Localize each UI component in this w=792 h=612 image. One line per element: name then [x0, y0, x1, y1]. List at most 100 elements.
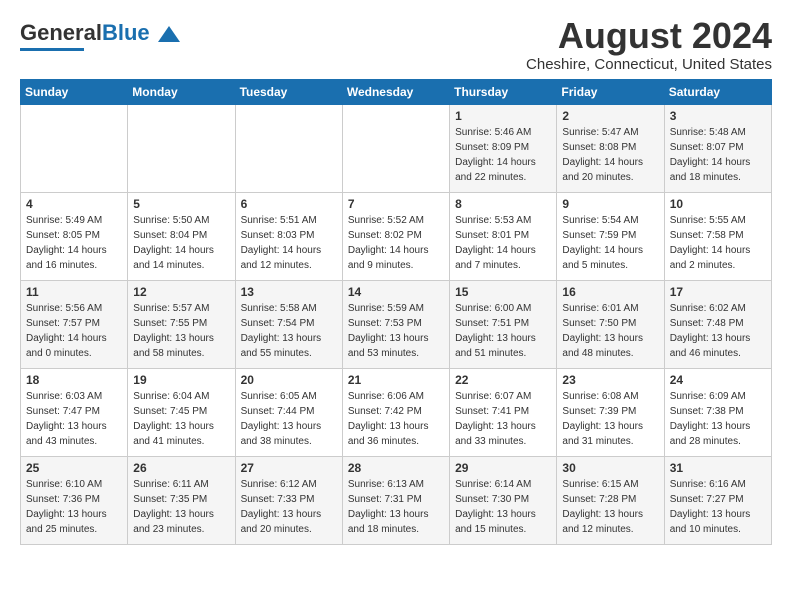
- logo-general: General: [20, 20, 102, 45]
- day-number: 17: [670, 285, 766, 299]
- day-cell: 1 Sunrise: 5:46 AM Sunset: 8:09 PM Daylig…: [450, 104, 557, 192]
- week-row-1: 1 Sunrise: 5:46 AM Sunset: 8:09 PM Daylig…: [21, 104, 772, 192]
- day-info: Sunrise: 6:11 AM Sunset: 7:35 PM Dayligh…: [133, 477, 229, 537]
- day-number: 11: [26, 285, 122, 299]
- day-number: 14: [348, 285, 444, 299]
- day-info: Sunrise: 6:16 AM Sunset: 7:27 PM Dayligh…: [670, 477, 766, 537]
- day-info: Sunrise: 5:57 AM Sunset: 7:55 PM Dayligh…: [133, 301, 229, 361]
- day-cell: 23Sunrise: 6:08 AM Sunset: 7:39 PM Dayli…: [557, 368, 664, 456]
- day-cell: 28Sunrise: 6:13 AM Sunset: 7:31 PM Dayli…: [342, 456, 449, 544]
- day-number: 19: [133, 373, 229, 387]
- day-cell: 6 Sunrise: 5:51 AM Sunset: 8:03 PM Daylig…: [235, 192, 342, 280]
- header-cell-thursday: Thursday: [450, 79, 557, 104]
- day-cell: 10 Sunrise: 5:55 AM Sunset: 7:58 PM Dayli…: [664, 192, 771, 280]
- day-cell: [128, 104, 235, 192]
- day-info: Sunrise: 6:03 AM Sunset: 7:47 PM Dayligh…: [26, 389, 122, 449]
- location: Cheshire, Connecticut, United States: [526, 56, 772, 73]
- day-number: 25: [26, 461, 122, 475]
- day-number: 18: [26, 373, 122, 387]
- day-info: Sunrise: 6:05 AM Sunset: 7:44 PM Dayligh…: [241, 389, 337, 449]
- header-cell-monday: Monday: [128, 79, 235, 104]
- day-cell: 30 Sunrise: 6:15 AM Sunset: 7:28 PM Dayli…: [557, 456, 664, 544]
- day-info: Sunrise: 6:01 AM Sunset: 7:50 PM Dayligh…: [562, 301, 658, 361]
- day-cell: 20 Sunrise: 6:05 AM Sunset: 7:44 PM Dayli…: [235, 368, 342, 456]
- day-number: 27: [241, 461, 337, 475]
- day-cell: 14Sunrise: 5:59 AM Sunset: 7:53 PM Dayli…: [342, 280, 449, 368]
- day-info: Sunrise: 5:47 AM Sunset: 8:08 PM Dayligh…: [562, 125, 658, 185]
- day-cell: 8 Sunrise: 5:53 AM Sunset: 8:01 PM Daylig…: [450, 192, 557, 280]
- day-cell: 31 Sunrise: 6:16 AM Sunset: 7:27 PM Dayli…: [664, 456, 771, 544]
- day-info: Sunrise: 5:54 AM Sunset: 7:59 PM Dayligh…: [562, 213, 658, 273]
- month-title: August 2024: [526, 16, 772, 56]
- day-info: Sunrise: 6:14 AM Sunset: 7:30 PM Dayligh…: [455, 477, 551, 537]
- day-number: 23: [562, 373, 658, 387]
- day-number: 21: [348, 373, 444, 387]
- day-info: Sunrise: 5:56 AM Sunset: 7:57 PM Dayligh…: [26, 301, 122, 361]
- day-number: 2: [562, 109, 658, 123]
- week-row-3: 11 Sunrise: 5:56 AM Sunset: 7:57 PM Dayli…: [21, 280, 772, 368]
- week-row-2: 4 Sunrise: 5:49 AM Sunset: 8:05 PM Daylig…: [21, 192, 772, 280]
- day-info: Sunrise: 6:15 AM Sunset: 7:28 PM Dayligh…: [562, 477, 658, 537]
- logo-blue: Blue: [102, 20, 150, 45]
- header-cell-saturday: Saturday: [664, 79, 771, 104]
- day-info: Sunrise: 5:58 AM Sunset: 7:54 PM Dayligh…: [241, 301, 337, 361]
- day-cell: 17Sunrise: 6:02 AM Sunset: 7:48 PM Dayli…: [664, 280, 771, 368]
- day-number: 4: [26, 197, 122, 211]
- header-cell-wednesday: Wednesday: [342, 79, 449, 104]
- day-info: Sunrise: 6:07 AM Sunset: 7:41 PM Dayligh…: [455, 389, 551, 449]
- header-cell-tuesday: Tuesday: [235, 79, 342, 104]
- day-cell: 29 Sunrise: 6:14 AM Sunset: 7:30 PM Dayli…: [450, 456, 557, 544]
- day-cell: 5Sunrise: 5:50 AM Sunset: 8:04 PM Daylig…: [128, 192, 235, 280]
- day-cell: 4 Sunrise: 5:49 AM Sunset: 8:05 PM Daylig…: [21, 192, 128, 280]
- day-number: 6: [241, 197, 337, 211]
- calendar-table: SundayMondayTuesdayWednesdayThursdayFrid…: [20, 79, 772, 545]
- day-number: 3: [670, 109, 766, 123]
- day-number: 9: [562, 197, 658, 211]
- day-number: 1: [455, 109, 551, 123]
- day-cell: 27 Sunrise: 6:12 AM Sunset: 7:33 PM Dayli…: [235, 456, 342, 544]
- logo-icon: [158, 26, 180, 42]
- day-info: Sunrise: 5:51 AM Sunset: 8:03 PM Dayligh…: [241, 213, 337, 273]
- day-info: Sunrise: 6:12 AM Sunset: 7:33 PM Dayligh…: [241, 477, 337, 537]
- day-info: Sunrise: 6:13 AM Sunset: 7:31 PM Dayligh…: [348, 477, 444, 537]
- logo-underline: [20, 48, 84, 51]
- day-info: Sunrise: 5:52 AM Sunset: 8:02 PM Dayligh…: [348, 213, 444, 273]
- header-cell-sunday: Sunday: [21, 79, 128, 104]
- week-row-4: 18 Sunrise: 6:03 AM Sunset: 7:47 PM Dayli…: [21, 368, 772, 456]
- logo: GeneralBlue: [20, 20, 180, 51]
- day-number: 30: [562, 461, 658, 475]
- day-info: Sunrise: 6:09 AM Sunset: 7:38 PM Dayligh…: [670, 389, 766, 449]
- day-number: 26: [133, 461, 229, 475]
- day-number: 15: [455, 285, 551, 299]
- page-header: GeneralBlue August 2024 Cheshire, Connec…: [20, 16, 772, 73]
- day-cell: [235, 104, 342, 192]
- day-number: 29: [455, 461, 551, 475]
- header-row: SundayMondayTuesdayWednesdayThursdayFrid…: [21, 79, 772, 104]
- day-info: Sunrise: 5:55 AM Sunset: 7:58 PM Dayligh…: [670, 213, 766, 273]
- day-cell: 7Sunrise: 5:52 AM Sunset: 8:02 PM Daylig…: [342, 192, 449, 280]
- day-info: Sunrise: 5:48 AM Sunset: 8:07 PM Dayligh…: [670, 125, 766, 185]
- day-number: 12: [133, 285, 229, 299]
- day-cell: 12 Sunrise: 5:57 AM Sunset: 7:55 PM Dayli…: [128, 280, 235, 368]
- day-cell: 2 Sunrise: 5:47 AM Sunset: 8:08 PM Daylig…: [557, 104, 664, 192]
- day-cell: 13Sunrise: 5:58 AM Sunset: 7:54 PM Dayli…: [235, 280, 342, 368]
- day-cell: [21, 104, 128, 192]
- day-number: 31: [670, 461, 766, 475]
- day-cell: 15 Sunrise: 6:00 AM Sunset: 7:51 PM Dayli…: [450, 280, 557, 368]
- day-cell: 26 Sunrise: 6:11 AM Sunset: 7:35 PM Dayli…: [128, 456, 235, 544]
- day-info: Sunrise: 5:53 AM Sunset: 8:01 PM Dayligh…: [455, 213, 551, 273]
- day-number: 10: [670, 197, 766, 211]
- day-cell: 18 Sunrise: 6:03 AM Sunset: 7:47 PM Dayli…: [21, 368, 128, 456]
- day-number: 8: [455, 197, 551, 211]
- day-info: Sunrise: 6:06 AM Sunset: 7:42 PM Dayligh…: [348, 389, 444, 449]
- day-cell: 19 Sunrise: 6:04 AM Sunset: 7:45 PM Dayli…: [128, 368, 235, 456]
- day-cell: 11 Sunrise: 5:56 AM Sunset: 7:57 PM Dayli…: [21, 280, 128, 368]
- day-number: 20: [241, 373, 337, 387]
- day-cell: [342, 104, 449, 192]
- day-info: Sunrise: 5:49 AM Sunset: 8:05 PM Dayligh…: [26, 213, 122, 273]
- day-info: Sunrise: 5:46 AM Sunset: 8:09 PM Dayligh…: [455, 125, 551, 185]
- day-cell: 3 Sunrise: 5:48 AM Sunset: 8:07 PM Daylig…: [664, 104, 771, 192]
- day-info: Sunrise: 6:00 AM Sunset: 7:51 PM Dayligh…: [455, 301, 551, 361]
- day-number: 5: [133, 197, 229, 211]
- day-info: Sunrise: 6:04 AM Sunset: 7:45 PM Dayligh…: [133, 389, 229, 449]
